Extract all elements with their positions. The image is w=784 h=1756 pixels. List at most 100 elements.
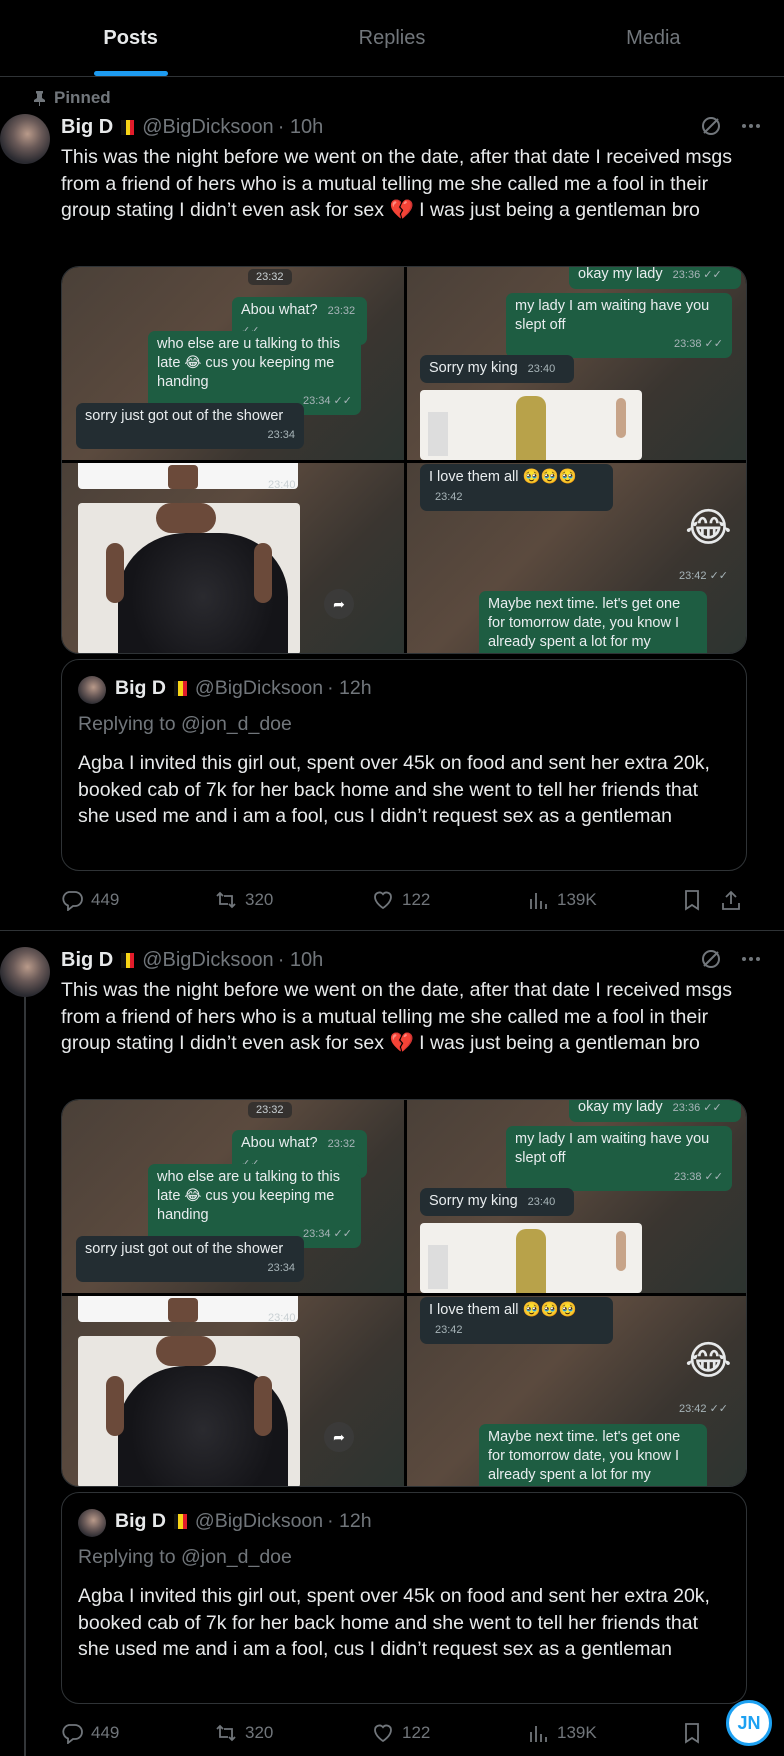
share-button[interactable] [720,889,742,911]
quoted-text: Agba I invited this girl out, spent over… [78,1585,710,1660]
repost-icon [216,891,236,909]
grok-icon[interactable] [700,115,722,137]
like-count: 122 [402,890,431,909]
view-count: 139K [557,890,597,909]
views-icon [530,1726,547,1742]
pinned-indicator: Pinned [33,88,111,108]
quoted-post[interactable]: Big D @BigDicksoon · 12h Replying to @jo… [61,659,747,871]
bookmark-button[interactable] [681,889,703,911]
post-text-part2: I was just being a gentleman bro [413,1032,700,1054]
more-options-icon[interactable] [740,948,762,970]
author-handle[interactable]: @BigDicksoon [142,116,273,139]
views-button[interactable]: 139K [527,1722,597,1744]
forward-icon[interactable]: ➦ [324,589,354,619]
quoted-author-name: Big D [115,1510,166,1532]
bookmark-icon [685,890,699,911]
post-header: Big D @BigDicksoon · 10h [61,949,323,972]
chat-photo [420,390,642,460]
chat-text: sorry just got out of the shower [85,1241,284,1257]
tab-replies-label: Replies [358,26,426,49]
quoted-avatar[interactable] [78,676,106,704]
bookmark-button[interactable] [681,1722,703,1744]
pin-icon [34,91,45,106]
like-button[interactable]: 122 [372,889,430,911]
chat-time: 23:36 ✓✓ [672,269,722,281]
grok-icon[interactable] [700,948,722,970]
repost-button[interactable]: 320 [215,889,273,911]
post[interactable]: Big D @BigDicksoon · 10h This was the ni… [0,931,784,1756]
chat-bubble: sorry just got out of the shower 23:34 [76,403,304,449]
thread-line [24,993,26,1756]
tab-replies[interactable]: Replies [261,0,522,76]
post-time[interactable]: · 10h [278,949,324,972]
chat-time: 23:34 [267,1262,295,1274]
chat-time: 23:42 [435,491,463,503]
chat-time: 23:42 ✓✓ [679,570,729,582]
quoted-post-time: · 12h [327,677,372,699]
tab-posts-label: Posts [103,26,158,49]
post-time[interactable]: · 10h [278,116,324,139]
quoted-post-time: · 12h [327,1510,372,1532]
media-image-4[interactable]: I love them all 🥹🥹🥹 23:42 😂 23:42 ✓✓ May… [407,463,746,653]
author-name[interactable]: Big D [61,949,113,972]
chat-time: 23:40 [268,479,296,491]
tab-media[interactable]: Media [523,0,784,76]
laughing-emoji: 😂 [685,506,732,550]
repost-button[interactable]: 320 [215,1722,273,1744]
belgium-flag-icon [121,953,135,968]
chat-time: 23:42 [435,1324,463,1336]
avatar[interactable] [0,947,50,997]
avatar[interactable] [0,114,50,164]
replying-to: Replying to @jon_d_doe [78,713,292,735]
chat-text: sorry just got out of the shower [85,408,284,424]
reply-count: 449 [91,1723,120,1742]
chat-text: okay my lady [578,1100,663,1115]
chat-photo-dress [78,1336,300,1486]
chat-text: my lady I am waiting have you slept off [515,1131,710,1166]
repost-count: 320 [245,890,274,909]
reply-button[interactable]: 449 [61,1722,119,1744]
chat-text: okay my lady [578,267,663,282]
replying-to: Replying to @jon_d_doe [78,1546,292,1568]
quoted-author-name: Big D [115,677,166,699]
quoted-avatar[interactable] [78,1509,106,1537]
media-image-3[interactable]: 23:40 ➦ [62,1296,404,1486]
views-button[interactable]: 139K [527,889,597,911]
heart-icon [374,891,392,910]
reply-button[interactable]: 449 [61,889,119,911]
chat-text: who else are u talking to this late 😂 cu… [157,336,340,390]
author-handle[interactable]: @BigDicksoon [142,949,273,972]
author-name[interactable]: Big D [61,116,113,139]
post-pinned[interactable]: Pinned Big D @BigDicksoon · 10h This was… [0,77,784,930]
post-actions: 449 320 122 139K [61,1722,751,1752]
media-image-2[interactable]: okay my lady 23:36 ✓✓ my lady I am waiti… [407,267,746,460]
broken-heart-emoji: 💔 [389,1032,414,1054]
active-tab-indicator [93,71,168,76]
quoted-header: Big D @BigDicksoon · 12h [115,677,372,700]
tab-media-label: Media [626,26,681,49]
media-image-1[interactable]: 23:32 Abou what? 23:32 ✓✓ who else are u… [62,267,404,460]
chat-time: 23:40 [268,1312,296,1324]
more-options-icon[interactable] [740,115,762,137]
belgium-flag-icon [121,120,135,135]
media-image-4[interactable]: I love them all 🥹🥹🥹 23:42 😂 23:42 ✓✓ May… [407,1296,746,1486]
forward-icon[interactable]: ➦ [324,1422,354,1452]
chat-bubble: my lady I am waiting have you slept off … [506,293,732,358]
like-button[interactable]: 122 [372,1722,430,1744]
media-grid[interactable]: 23:32 Abou what? 23:32 ✓✓ who else are u… [61,266,747,654]
post-header-icons [700,115,762,137]
chat-text: who else are u talking to this late 😂 cu… [157,1169,340,1223]
chat-bubble: I love them all 🥹🥹🥹 23:42 [420,464,613,511]
media-grid[interactable]: 23:32 Abou what? 23:32 ✓✓ who else are u… [61,1099,747,1487]
post-text: This was the night before we went on the… [61,977,761,1057]
share-icon [722,890,740,910]
chat-bubble: I love them all 🥹🥹🥹 23:42 [420,1297,613,1344]
media-image-1[interactable]: 23:32 Abou what? 23:32 ✓✓ who else are u… [62,1100,404,1293]
media-image-2[interactable]: okay my lady 23:36 ✓✓ my lady I am waiti… [407,1100,746,1293]
post-text: This was the night before we went on the… [61,144,761,224]
tab-posts[interactable]: Posts [0,0,261,76]
post-header: Big D @BigDicksoon · 10h [61,116,323,139]
heart-icon [374,1724,392,1743]
media-image-3[interactable]: 23:40 ➦ [62,463,404,653]
quoted-post[interactable]: Big D @BigDicksoon · 12h Replying to @jo… [61,1492,747,1704]
